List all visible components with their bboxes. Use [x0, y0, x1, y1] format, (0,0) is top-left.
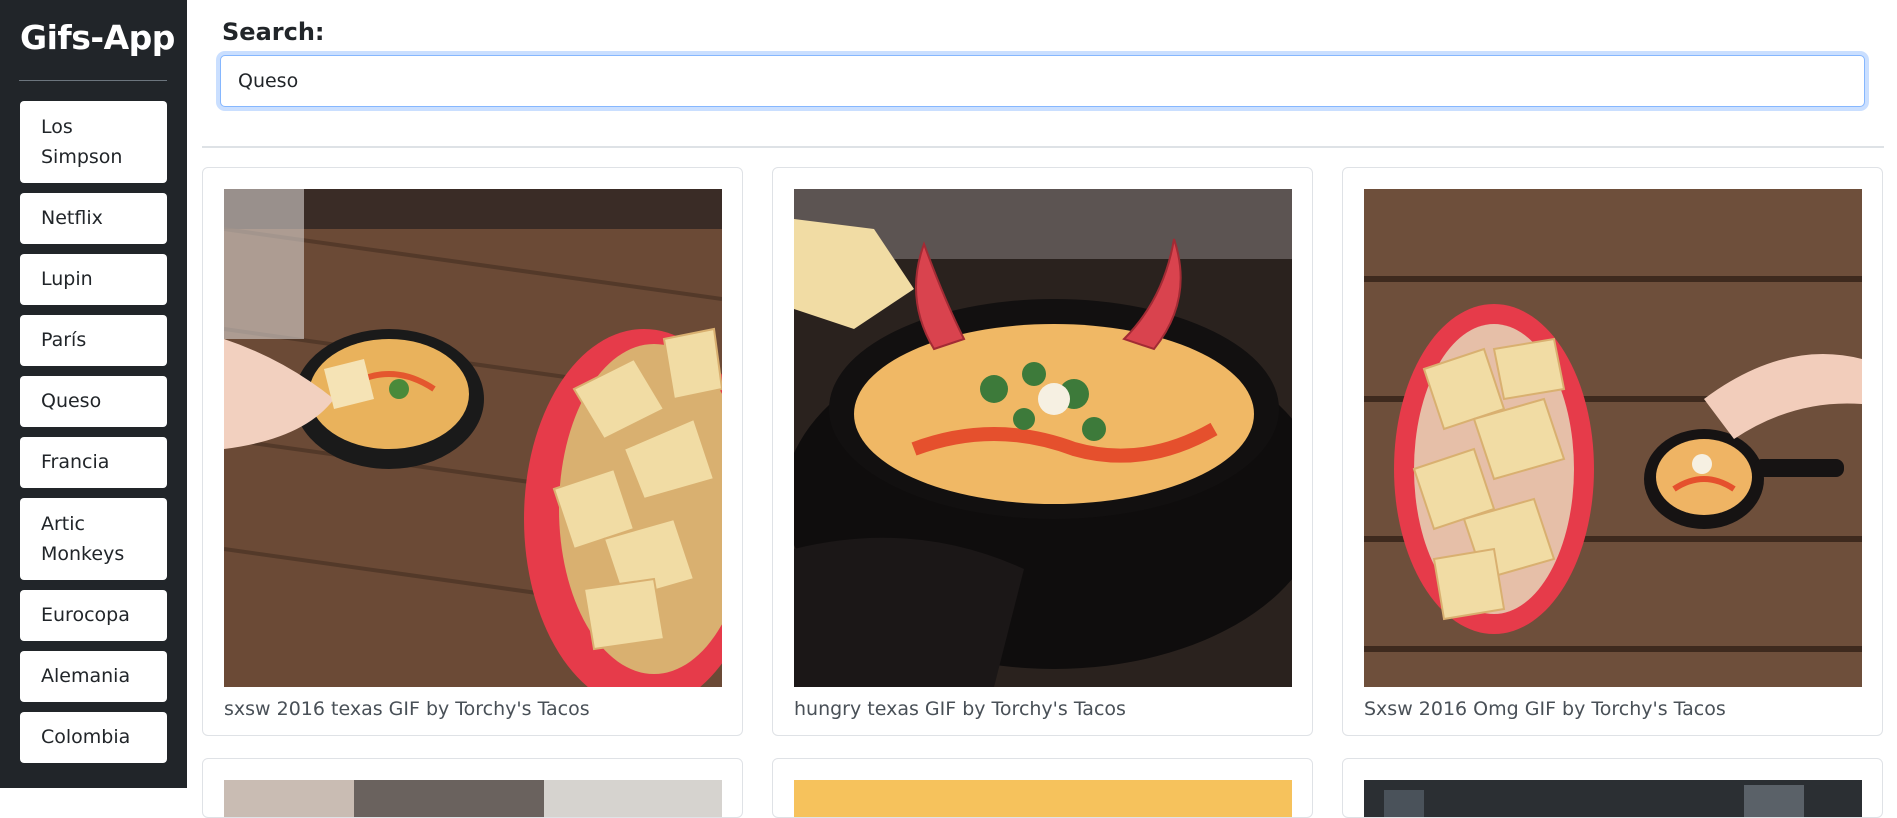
history-item-label: París — [41, 329, 87, 351]
history-item-francia[interactable]: Francia — [20, 437, 167, 488]
search-label: Search: — [222, 18, 325, 46]
gif-caption: hungry texas GIF by Torchy's Tacos — [794, 698, 1126, 720]
history-item-eurocopa[interactable]: Eurocopa — [20, 590, 167, 641]
history-item-label: Lupin — [41, 268, 93, 290]
gif-card: sxsw 2016 texas GIF by Torchy's Tacos — [202, 167, 743, 736]
history-item-label: Colombia — [41, 726, 131, 748]
gif-card: hungry texas GIF by Torchy's Tacos — [772, 167, 1313, 736]
gif-card — [202, 758, 743, 818]
history-item-label: Artic Monkeys — [41, 513, 125, 565]
history-item-netflix[interactable]: Netflix — [20, 193, 167, 244]
history-item-label: Eurocopa — [41, 604, 130, 626]
sidebar-divider — [19, 80, 167, 81]
history-item-los-simpson[interactable]: Los Simpson — [20, 101, 167, 183]
history-item-label: Los Simpson — [41, 116, 123, 168]
gif-image — [224, 780, 722, 817]
history-item-lupin[interactable]: Lupin — [20, 254, 167, 305]
search-input[interactable] — [220, 55, 1865, 107]
history-item-artic-monkeys[interactable]: Artic Monkeys — [20, 498, 167, 580]
history-item-paris[interactable]: París — [20, 315, 167, 366]
history-item-label: Francia — [41, 451, 110, 473]
history-item-label: Alemania — [41, 665, 131, 687]
gif-caption: sxsw 2016 texas GIF by Torchy's Tacos — [224, 698, 590, 720]
gif-card: Sxsw 2016 Omg GIF by Torchy's Tacos — [1342, 167, 1883, 736]
gif-caption: Sxsw 2016 Omg GIF by Torchy's Tacos — [1364, 698, 1726, 720]
history-item-alemania[interactable]: Alemania — [20, 651, 167, 702]
gif-image — [224, 189, 722, 687]
gif-image — [1364, 189, 1862, 687]
gif-image — [1364, 780, 1862, 817]
sidebar: Gifs-App Los Simpson Netflix Lupin París… — [0, 0, 187, 788]
gif-card — [772, 758, 1313, 818]
main-divider — [202, 146, 1884, 148]
gif-image — [794, 780, 1292, 817]
gif-image — [794, 189, 1292, 687]
gif-card — [1342, 758, 1883, 818]
history-item-label: Queso — [41, 390, 102, 412]
history-item-queso[interactable]: Queso — [20, 376, 167, 427]
app-title: Gifs-App — [20, 18, 175, 57]
history-item-label: Netflix — [41, 207, 103, 229]
history-item-colombia[interactable]: Colombia — [20, 712, 167, 763]
history-list: Los Simpson Netflix Lupin París Queso Fr… — [20, 101, 167, 773]
